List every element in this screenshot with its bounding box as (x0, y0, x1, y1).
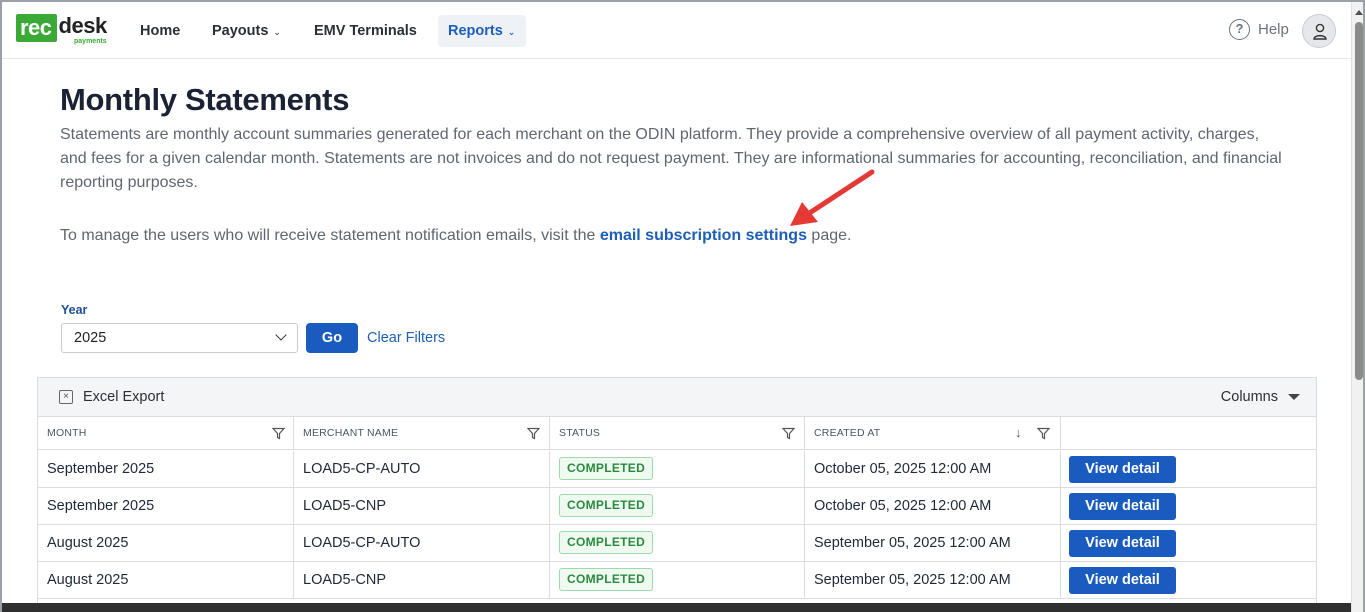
user-avatar[interactable] (1302, 14, 1336, 48)
status-badge: COMPLETED (559, 567, 654, 591)
nav-emv-terminals[interactable]: EMV Terminals (304, 15, 427, 47)
column-header-month[interactable]: MONTH (38, 417, 294, 450)
excel-export-button[interactable]: × Excel Export (59, 389, 164, 405)
cell-status: COMPLETED (550, 451, 805, 488)
cell-status: COMPLETED (550, 562, 805, 599)
column-header-created-at[interactable]: CREATED AT ↓ (805, 417, 1061, 450)
year-label: Year (61, 303, 88, 317)
view-detail-button[interactable]: View detail (1069, 493, 1176, 520)
user-icon (1313, 23, 1327, 40)
cell-created-at: September 05, 2025 12:00 AM (805, 525, 1061, 562)
cell-merchant: LOAD5-CP-AUTO (294, 451, 550, 488)
logo-payments-text: payments (74, 38, 107, 45)
cell-merchant: LOAD5-CNP (294, 562, 550, 599)
scrollbar-thumb[interactable] (1355, 22, 1363, 380)
chevron-down-icon: ⌄ (273, 26, 281, 37)
cell-month: September 2025 (38, 488, 294, 525)
page-description: Statements are monthly account summaries… (60, 126, 1282, 191)
nav-home-label: Home (140, 23, 181, 39)
nav-emv-label: EMV Terminals (314, 23, 417, 39)
chevron-down-icon (275, 329, 287, 341)
chevron-down-icon: ⌄ (507, 26, 516, 37)
caret-down-icon (1288, 394, 1300, 400)
excel-export-label: Excel Export (83, 389, 165, 405)
cell-month: September 2025 (38, 451, 294, 488)
table-row: September 2025 LOAD5-CNP COMPLETED Octob… (38, 488, 1316, 525)
nav-payouts[interactable]: Payouts ⌄ (202, 15, 291, 47)
cell-created-at: September 05, 2025 12:00 AM (805, 562, 1061, 599)
go-button[interactable]: Go (306, 323, 358, 353)
recdesk-logo[interactable]: rec desk payments (16, 14, 107, 46)
app-window: rec desk payments Home Payouts ⌄ EMV Ter… (0, 0, 1365, 612)
table-row: August 2025 LOAD5-CNP COMPLETED Septembe… (38, 562, 1316, 599)
annotation-arrow-icon (790, 169, 875, 226)
nav-home[interactable]: Home (130, 15, 190, 47)
cell-created-at: October 05, 2025 12:00 AM (805, 488, 1061, 525)
cell-created-at: October 05, 2025 12:00 AM (805, 451, 1061, 488)
columns-label: Columns (1220, 389, 1278, 405)
statements-grid: × Excel Export Columns MONTH MERCHANT NA… (37, 377, 1317, 612)
email-subscription-settings-link[interactable]: email subscription settings (600, 227, 807, 244)
filter-icon[interactable] (527, 427, 540, 440)
logo-rec-text: rec (16, 14, 57, 42)
status-badge: COMPLETED (559, 530, 654, 554)
view-detail-button[interactable]: View detail (1069, 530, 1176, 557)
manage-subscriptions-text: To manage the users who will receive sta… (60, 224, 851, 248)
logo-desk-text: desk (58, 13, 108, 38)
nav-reports[interactable]: Reports ⌄ (438, 15, 526, 47)
top-nav: rec desk payments Home Payouts ⌄ EMV Ter… (2, 2, 1351, 59)
cell-action: View detail (1061, 562, 1316, 599)
columns-menu-button[interactable]: Columns (1221, 389, 1300, 405)
vertical-scrollbar[interactable] (1351, 2, 1363, 612)
nav-reports-label: Reports (448, 23, 503, 39)
cell-status: COMPLETED (550, 488, 805, 525)
cell-merchant: LOAD5-CP-AUTO (294, 525, 550, 562)
column-header-status[interactable]: STATUS (550, 417, 805, 450)
clear-filters-link[interactable]: Clear Filters (367, 330, 445, 346)
table-row: September 2025 LOAD5-CP-AUTO COMPLETED O… (38, 451, 1316, 488)
scroll-up-arrow-icon[interactable] (1355, 10, 1363, 15)
nav-payouts-label: Payouts (212, 23, 269, 39)
view-detail-button[interactable]: View detail (1069, 456, 1176, 483)
cell-action: View detail (1061, 525, 1316, 562)
grid-header: MONTH MERCHANT NAME STATUS CREATED AT ↓ (38, 417, 1316, 450)
cell-action: View detail (1061, 451, 1316, 488)
column-header-actions (1061, 417, 1316, 450)
cell-month: August 2025 (38, 525, 294, 562)
view-detail-button[interactable]: View detail (1069, 567, 1176, 594)
filter-icon[interactable] (1037, 427, 1050, 440)
status-badge: COMPLETED (559, 493, 654, 517)
cell-month: August 2025 (38, 562, 294, 599)
grid-toolbar: × Excel Export Columns (38, 378, 1316, 417)
help-label: Help (1258, 21, 1289, 38)
table-row: August 2025 LOAD5-CP-AUTO COMPLETED Sept… (38, 525, 1316, 562)
manage-prefix: To manage the users who will receive sta… (60, 227, 600, 244)
year-select[interactable]: 2025 (61, 323, 298, 353)
column-header-merchant-name[interactable]: MERCHANT NAME (294, 417, 550, 450)
filter-icon[interactable] (272, 427, 285, 440)
help-link[interactable]: ? Help (1229, 19, 1289, 40)
page-title: Monthly Statements (60, 82, 350, 117)
cell-action: View detail (1061, 488, 1316, 525)
excel-icon: × (59, 390, 73, 404)
year-select-value: 2025 (74, 330, 107, 346)
sort-descending-icon[interactable]: ↓ (1015, 426, 1022, 439)
cell-status: COMPLETED (550, 525, 805, 562)
question-circle-icon: ? (1229, 19, 1250, 40)
status-badge: COMPLETED (559, 456, 654, 480)
filter-icon[interactable] (782, 427, 795, 440)
taskbar-strip (2, 603, 1351, 612)
cell-merchant: LOAD5-CNP (294, 488, 550, 525)
